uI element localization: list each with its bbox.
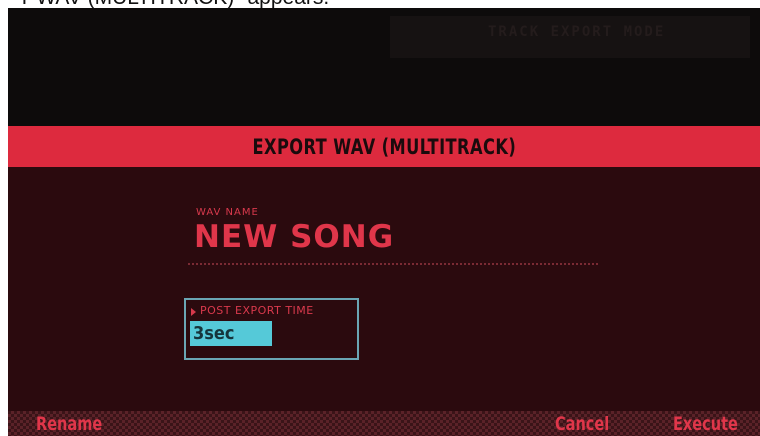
wav-name-label: WAV NAME: [196, 207, 259, 218]
cursor-arrow-icon: [191, 308, 196, 316]
rename-button[interactable]: Rename: [36, 413, 102, 435]
post-export-time-field[interactable]: POST EXPORT TIME 3sec: [184, 298, 359, 360]
execute-button[interactable]: Execute: [673, 413, 738, 435]
dialog-title-bar: EXPORT WAV (MULTITRACK): [8, 126, 760, 167]
wav-name-underline: [188, 263, 598, 265]
post-export-time-value[interactable]: 3sec: [190, 321, 272, 346]
device-screen: TRACK EXPORT MODE EXPORT WAV (MULTITRACK…: [8, 8, 760, 436]
dialog-panel: WAV NAME NEW SONG POST EXPORT TIME 3sec: [8, 167, 760, 411]
page-caption: T WAV (MULTITRACK)" appears.: [18, 0, 329, 9]
cancel-button[interactable]: Cancel: [555, 413, 609, 435]
dialog-title: EXPORT WAV (MULTITRACK): [252, 134, 516, 159]
wav-name-value[interactable]: NEW SONG: [194, 219, 394, 255]
background-screen: TRACK EXPORT MODE: [8, 8, 760, 126]
function-bar: Rename Cancel Execute: [8, 411, 760, 436]
post-export-time-label: POST EXPORT TIME: [200, 304, 314, 317]
background-faint-text: TRACK EXPORT MODE: [488, 24, 666, 40]
